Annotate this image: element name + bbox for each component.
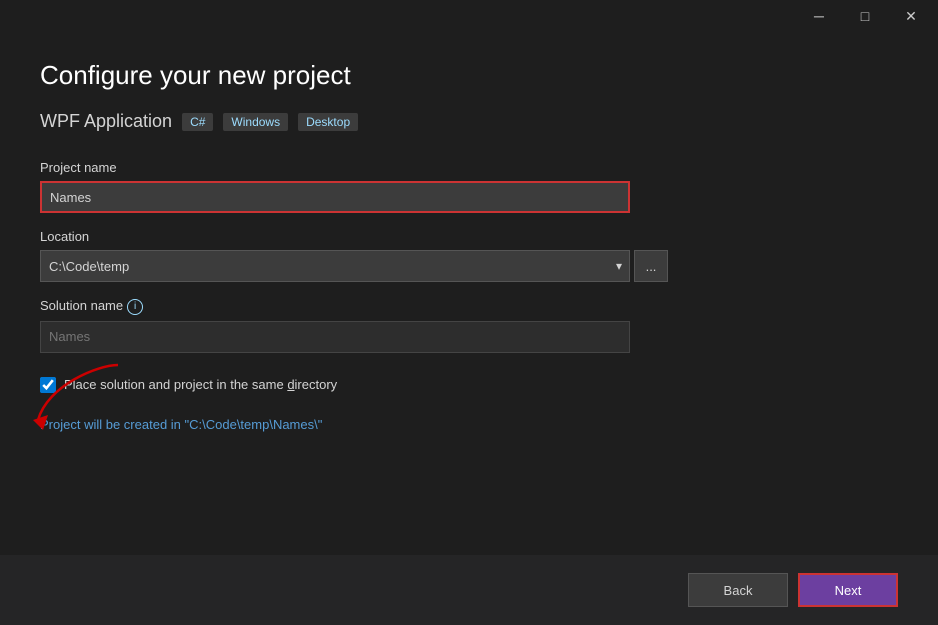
title-bar: ─ □ ✕ — [0, 0, 938, 32]
solution-name-label: Solution namei — [40, 298, 898, 315]
main-content: Configure your new project WPF Applicati… — [0, 32, 938, 625]
maximize-button[interactable]: □ — [842, 0, 888, 32]
next-label: Next — [835, 583, 862, 598]
tag-windows: Windows — [223, 113, 288, 131]
title-bar-buttons: ─ □ ✕ — [796, 0, 934, 32]
location-select[interactable]: C:\Code\temp — [40, 250, 630, 282]
checkbox-label[interactable]: Place solution and project in the same d… — [64, 377, 337, 392]
location-label: Location — [40, 229, 898, 244]
checkbox-row: Place solution and project in the same d… — [40, 377, 898, 393]
project-name-input[interactable] — [40, 181, 630, 213]
project-type-name: WPF Application — [40, 111, 172, 132]
info-icon[interactable]: i — [127, 299, 143, 315]
tag-csharp: C# — [182, 113, 213, 131]
back-label: Back — [724, 583, 753, 598]
same-directory-checkbox[interactable] — [40, 377, 56, 393]
location-group: Location C:\Code\temp ... — [40, 229, 898, 282]
location-row: C:\Code\temp ... — [40, 250, 898, 282]
next-button[interactable]: Next — [798, 573, 898, 607]
project-name-label: Project name — [40, 160, 898, 175]
tag-desktop: Desktop — [298, 113, 358, 131]
project-type-row: WPF Application C# Windows Desktop — [40, 111, 898, 132]
minimize-button[interactable]: ─ — [796, 0, 842, 32]
location-select-wrapper: C:\Code\temp — [40, 250, 630, 282]
configure-project-window: ─ □ ✕ Configure your new project WPF App… — [0, 0, 938, 625]
solution-name-group: Solution namei — [40, 298, 898, 353]
project-name-group: Project name — [40, 160, 898, 213]
back-button[interactable]: Back — [688, 573, 788, 607]
close-button[interactable]: ✕ — [888, 0, 934, 32]
browse-button[interactable]: ... — [634, 250, 668, 282]
solution-name-input[interactable] — [40, 321, 630, 353]
page-title: Configure your new project — [40, 60, 898, 91]
project-path-text: Project will be created in "C:\Code\temp… — [40, 417, 898, 432]
footer: Back Next — [0, 555, 938, 625]
